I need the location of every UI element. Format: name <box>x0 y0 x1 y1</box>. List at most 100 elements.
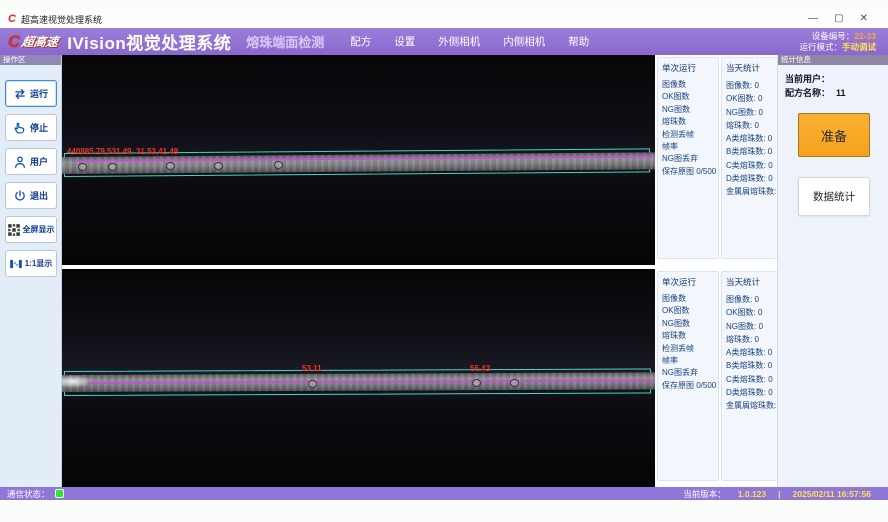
stop-button[interactable]: 停止 <box>5 114 57 141</box>
recipe-name-label: 配方名称： <box>785 88 830 98</box>
operation-sidebar: 操作区 运行 停止 用户 <box>0 55 62 487</box>
stat-row: OK图数 <box>662 305 715 317</box>
device-number-value: 22-33 <box>854 31 876 41</box>
stat-row: OK图数 <box>662 91 715 103</box>
stop-button-label: 停止 <box>30 121 48 134</box>
stat-row: A类熔珠数: 0 <box>726 132 783 145</box>
bead-marker <box>472 379 481 387</box>
recipe-name-value: 11 <box>836 88 846 98</box>
maximize-button[interactable]: ▢ <box>834 10 843 28</box>
menu-settings[interactable]: 设置 <box>394 34 415 49</box>
current-user-label: 当前用户： <box>785 74 830 84</box>
stat-row: NG图数 <box>662 104 715 116</box>
brand-logo-icon: C <box>8 33 20 50</box>
fullscreen-button-label: 全屏显示 <box>23 224 55 235</box>
measurement-annotation: 53.11 <box>302 364 322 373</box>
single-run-groupbox: 单次运行 图像数 OK图数 NG图数 熔珠数 检测丢帧 帧率 NG图丢弃 保存原… <box>657 271 719 481</box>
menu-inner-camera[interactable]: 内侧相机 <box>503 34 545 49</box>
stat-row: 图像数: 0 <box>726 293 783 306</box>
app-title: IVision视觉处理系统 <box>67 29 231 54</box>
stat-row: 图像数 <box>662 79 715 91</box>
bead-marker <box>166 162 175 170</box>
app-header: C 超高速 IVision视觉处理系统 熔珠端面检测 配方 设置 外侧相机 内侧… <box>0 28 888 55</box>
main-menu: 配方 设置 外侧相机 内侧相机 帮助 <box>350 34 589 49</box>
user-button[interactable]: 用户 <box>5 148 57 175</box>
bead-marker <box>274 161 283 169</box>
minimize-button[interactable]: — <box>808 10 818 28</box>
single-run-title: 单次运行 <box>662 276 715 288</box>
stat-row: 检测丢帧 <box>662 129 715 141</box>
bead-marker <box>510 379 519 387</box>
run-button[interactable]: 运行 <box>5 80 57 107</box>
today-stats-title: 当天统计 <box>726 62 783 74</box>
camera-viewport: 440885.79,531.49 31.53,41.49 53.11 56.43 <box>62 55 655 487</box>
measurement-annotation: 440885.79,531.49 31.53,41.49 <box>67 147 178 156</box>
run-button-label: 运行 <box>30 87 48 100</box>
close-button[interactable]: ✕ <box>860 10 868 28</box>
stat-row: 保存原图 0/500 <box>662 166 715 178</box>
exit-button-label: 退出 <box>30 189 48 202</box>
stat-row: 图像数: 0 <box>726 79 783 92</box>
app-subtitle: 熔珠端面检测 <box>246 32 324 51</box>
stat-row: 保存原图 0/500 <box>662 380 715 392</box>
today-stats-title: 当天统计 <box>726 276 783 288</box>
run-mode-value: 手动调试 <box>842 42 876 52</box>
stop-hand-icon <box>13 121 27 135</box>
datetime-value: 2025/02/11 16:57:56 <box>793 489 871 499</box>
stat-row: 熔珠数 <box>662 330 715 342</box>
run-loop-icon <box>13 87 27 101</box>
single-run-title: 单次运行 <box>662 62 715 74</box>
bead-marker <box>214 162 223 170</box>
stat-row: NG图数 <box>662 318 715 330</box>
data-statistics-button[interactable]: 数据统计 <box>798 177 870 216</box>
status-separator: | <box>778 489 780 499</box>
stat-row: 金属屑熔珠数: 0 <box>726 399 783 412</box>
stat-row: D类熔珠数: 0 <box>726 172 783 185</box>
camera-view-bottom: 53.11 56.43 <box>62 269 655 487</box>
one-to-one-icon <box>9 257 23 271</box>
bead-marker <box>78 163 87 171</box>
single-run-groupbox: 单次运行 图像数 OK图数 NG图数 熔珠数 检测丢帧 帧率 NG图丢弃 保存原… <box>657 57 719 259</box>
stats-section-top: 单次运行 图像数 OK图数 NG图数 熔珠数 检测丢帧 帧率 NG图丢弃 保存原… <box>655 55 777 265</box>
stat-row: B类熔珠数: 0 <box>726 359 783 372</box>
recipe-name-row: 配方名称： 11 <box>785 86 888 100</box>
prepare-button[interactable]: 准备 <box>798 113 870 157</box>
stat-row: 金属屑熔珠数: 0 <box>726 185 783 198</box>
version-label: 当前版本： <box>683 488 726 500</box>
one-to-one-button-label: 1:1显示 <box>25 258 53 269</box>
version-value: 1.0.123 <box>738 489 766 499</box>
bead-marker <box>108 163 117 171</box>
stat-row: OK图数: 0 <box>726 306 783 319</box>
user-button-label: 用户 <box>30 155 48 168</box>
device-info: 设备编号：22-33 运行模式：手动调试 <box>799 31 876 53</box>
stats-section-bottom: 单次运行 图像数 OK图数 NG图数 熔珠数 检测丢帧 帧率 NG图丢弃 保存原… <box>655 269 777 487</box>
stat-row: 帧率 <box>662 355 715 367</box>
status-bar: 通信状态： 当前版本： 1.0.123 | 2025/02/11 16:57:5… <box>0 487 888 500</box>
bead-marker <box>308 380 317 388</box>
fullscreen-button[interactable]: 全屏显示 <box>5 216 57 243</box>
stat-row: 熔珠数 <box>662 116 715 128</box>
exit-button[interactable]: 退出 <box>5 182 57 209</box>
info-panel: 统计信息 当前用户： 配方名称：11 准备 数据统计 <box>777 55 888 487</box>
window-title: 超高速视觉处理系统 <box>21 13 102 26</box>
device-number-label: 设备编号： <box>812 31 855 41</box>
app-window: C 超高速视觉处理系统 — ▢ ✕ C 超高速 IVision视觉处理系统 熔珠… <box>0 10 888 500</box>
stat-row: A类熔珠数: 0 <box>726 346 783 359</box>
current-user-row: 当前用户： <box>785 72 888 86</box>
stat-row: 熔珠数: 0 <box>726 119 783 132</box>
stat-row: D类熔珠数: 0 <box>726 386 783 399</box>
stat-row: C类熔珠数: 0 <box>726 159 783 172</box>
one-to-one-button[interactable]: 1:1显示 <box>5 250 57 277</box>
stat-row: NG图数: 0 <box>726 320 783 333</box>
stat-row: NG图丢弃 <box>662 367 715 379</box>
stat-row: 熔珠数: 0 <box>726 333 783 346</box>
fullscreen-qr-icon <box>7 223 21 237</box>
menu-recipe[interactable]: 配方 <box>350 34 371 49</box>
comm-status-label: 通信状态： <box>7 488 50 500</box>
stat-row: C类熔珠数: 0 <box>726 373 783 386</box>
camera-view-top: 440885.79,531.49 31.53,41.49 <box>62 55 655 265</box>
stat-row: 检测丢帧 <box>662 343 715 355</box>
menu-outer-camera[interactable]: 外侧相机 <box>438 34 480 49</box>
menu-help[interactable]: 帮助 <box>568 34 589 49</box>
titlebar: C 超高速视觉处理系统 — ▢ ✕ <box>0 10 888 28</box>
